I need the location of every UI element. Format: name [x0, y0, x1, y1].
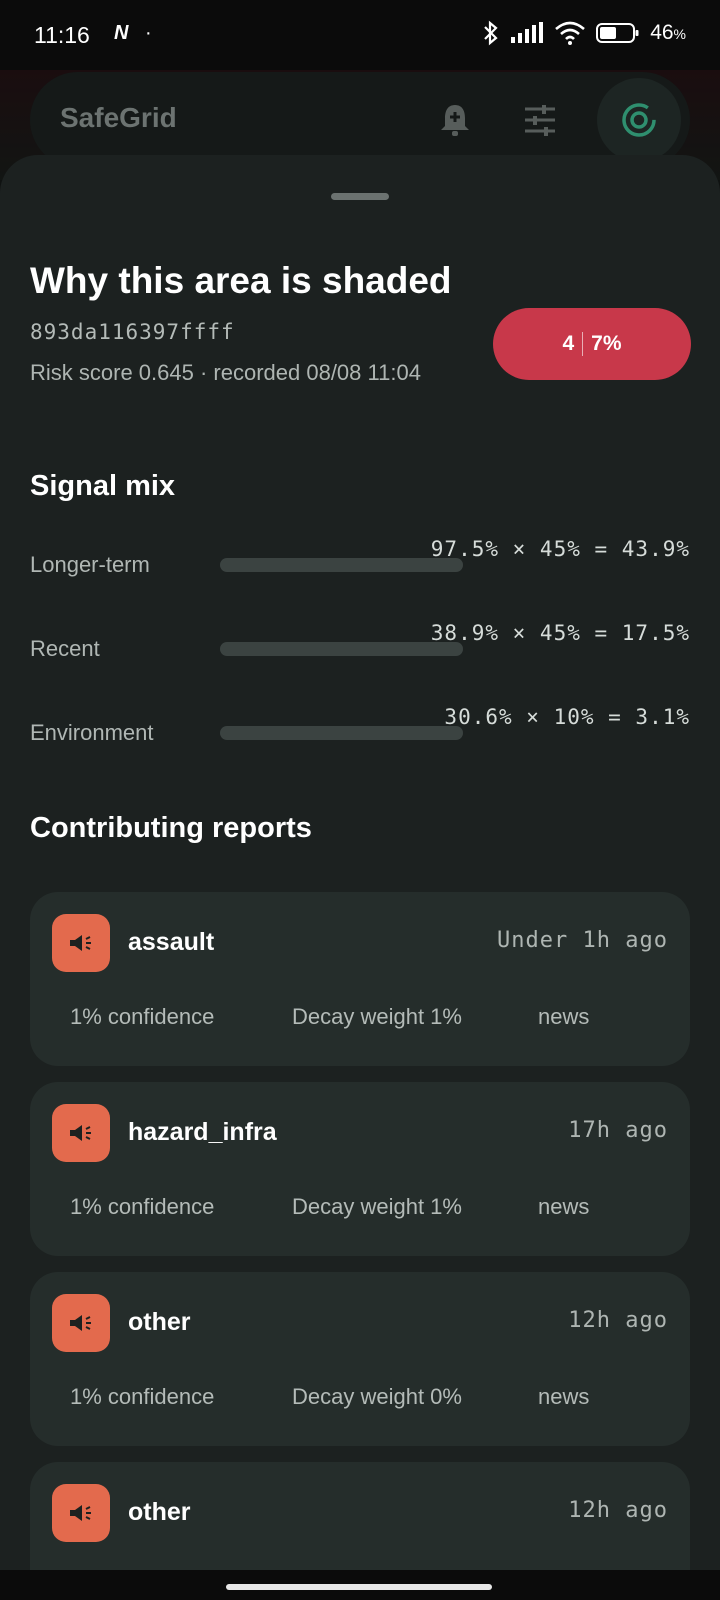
- area-explanation-sheet: Why this area is shaded 893da116397ffff …: [0, 155, 720, 1580]
- radar-icon: [622, 103, 656, 137]
- megaphone-icon: [52, 1104, 110, 1162]
- report-source: news: [538, 1004, 590, 1029]
- report-time: 12h ago: [568, 1498, 668, 1523]
- report-type: hazard_infra: [128, 1118, 277, 1146]
- report-time: 12h ago: [568, 1308, 668, 1333]
- report-decay-weight: Decay weight 0%: [292, 1384, 462, 1409]
- signal-label: Environment: [30, 720, 154, 745]
- risk-level-badge: 4 7%: [493, 308, 691, 380]
- cell-id: 893da116397ffff: [30, 320, 235, 344]
- battery-percent: 46%: [650, 21, 686, 44]
- signal-bar: [220, 726, 463, 740]
- add-alert-icon[interactable]: [435, 100, 475, 145]
- signal-formula: 97.5% × 45% = 43.9%: [430, 537, 690, 561]
- report-decay-weight: Decay weight 1%: [292, 1004, 462, 1029]
- app-bar: SafeGrid: [30, 72, 690, 168]
- megaphone-icon: [52, 1294, 110, 1352]
- report-source: news: [538, 1384, 590, 1409]
- signal-icon: [511, 22, 544, 43]
- status-bar: 11:16 N · 46%: [0, 0, 720, 70]
- signal-label: Recent: [30, 636, 100, 661]
- report-type: other: [128, 1498, 191, 1526]
- signal-bar: [220, 558, 463, 572]
- tune-icon[interactable]: [520, 100, 560, 145]
- megaphone-icon: [52, 914, 110, 972]
- risk-level: 4: [562, 332, 575, 355]
- report-card[interactable]: hazard_infra 17h ago 1% confidence Decay…: [30, 1082, 690, 1256]
- report-time: 17h ago: [568, 1118, 668, 1143]
- risk-badge-divider: [582, 332, 584, 356]
- signal-row: Recent 38.9% × 45% = 17.5%: [0, 617, 720, 687]
- wifi-icon: [555, 21, 586, 45]
- risk-percent: 7%: [591, 332, 622, 355]
- report-confidence: 1% confidence: [70, 1194, 215, 1219]
- report-type: assault: [128, 928, 215, 956]
- sheet-title: Why this area is shaded: [30, 260, 452, 301]
- report-confidence: 1% confidence: [70, 1384, 215, 1409]
- signal-row: Environment 30.6% × 10% = 3.1%: [0, 701, 720, 771]
- sheet-drag-handle[interactable]: [331, 193, 389, 200]
- status-time: 11:16: [34, 22, 90, 48]
- app-title: SafeGrid: [60, 102, 177, 133]
- report-confidence: 1% confidence: [70, 1004, 215, 1029]
- battery-icon: [596, 23, 639, 43]
- report-type: other: [128, 1308, 191, 1336]
- navigation-bar: [0, 1570, 720, 1600]
- bluetooth-icon: [484, 20, 498, 46]
- signal-bar: [220, 642, 463, 656]
- radar-button[interactable]: [597, 78, 681, 162]
- report-decay-weight: Decay weight 1%: [292, 1194, 462, 1219]
- signal-mix-heading: Signal mix: [30, 470, 176, 502]
- report-card[interactable]: assault Under 1h ago 1% confidence Decay…: [30, 892, 690, 1066]
- signal-formula: 30.6% × 10% = 3.1%: [444, 705, 690, 729]
- home-gesture-handle[interactable]: [226, 1584, 492, 1590]
- report-source: news: [538, 1194, 590, 1219]
- report-time: Under 1h ago: [497, 928, 668, 953]
- status-dot: ·: [145, 22, 152, 44]
- contributing-reports-heading: Contributing reports: [30, 812, 312, 844]
- risk-meta: Risk score 0.645 · recorded 08/08 11:04: [30, 360, 421, 385]
- report-card[interactable]: other 12h ago 1% confidence Decay weight…: [30, 1272, 690, 1446]
- signal-formula: 38.9% × 45% = 17.5%: [430, 621, 690, 645]
- report-card[interactable]: other 12h ago: [30, 1462, 690, 1580]
- status-icons: 46%: [482, 20, 686, 46]
- signal-label: Longer-term: [30, 552, 150, 577]
- megaphone-icon: [52, 1484, 110, 1542]
- notification-n-icon: N: [114, 22, 129, 44]
- signal-row: Longer-term 97.5% × 45% = 43.9%: [0, 533, 720, 603]
